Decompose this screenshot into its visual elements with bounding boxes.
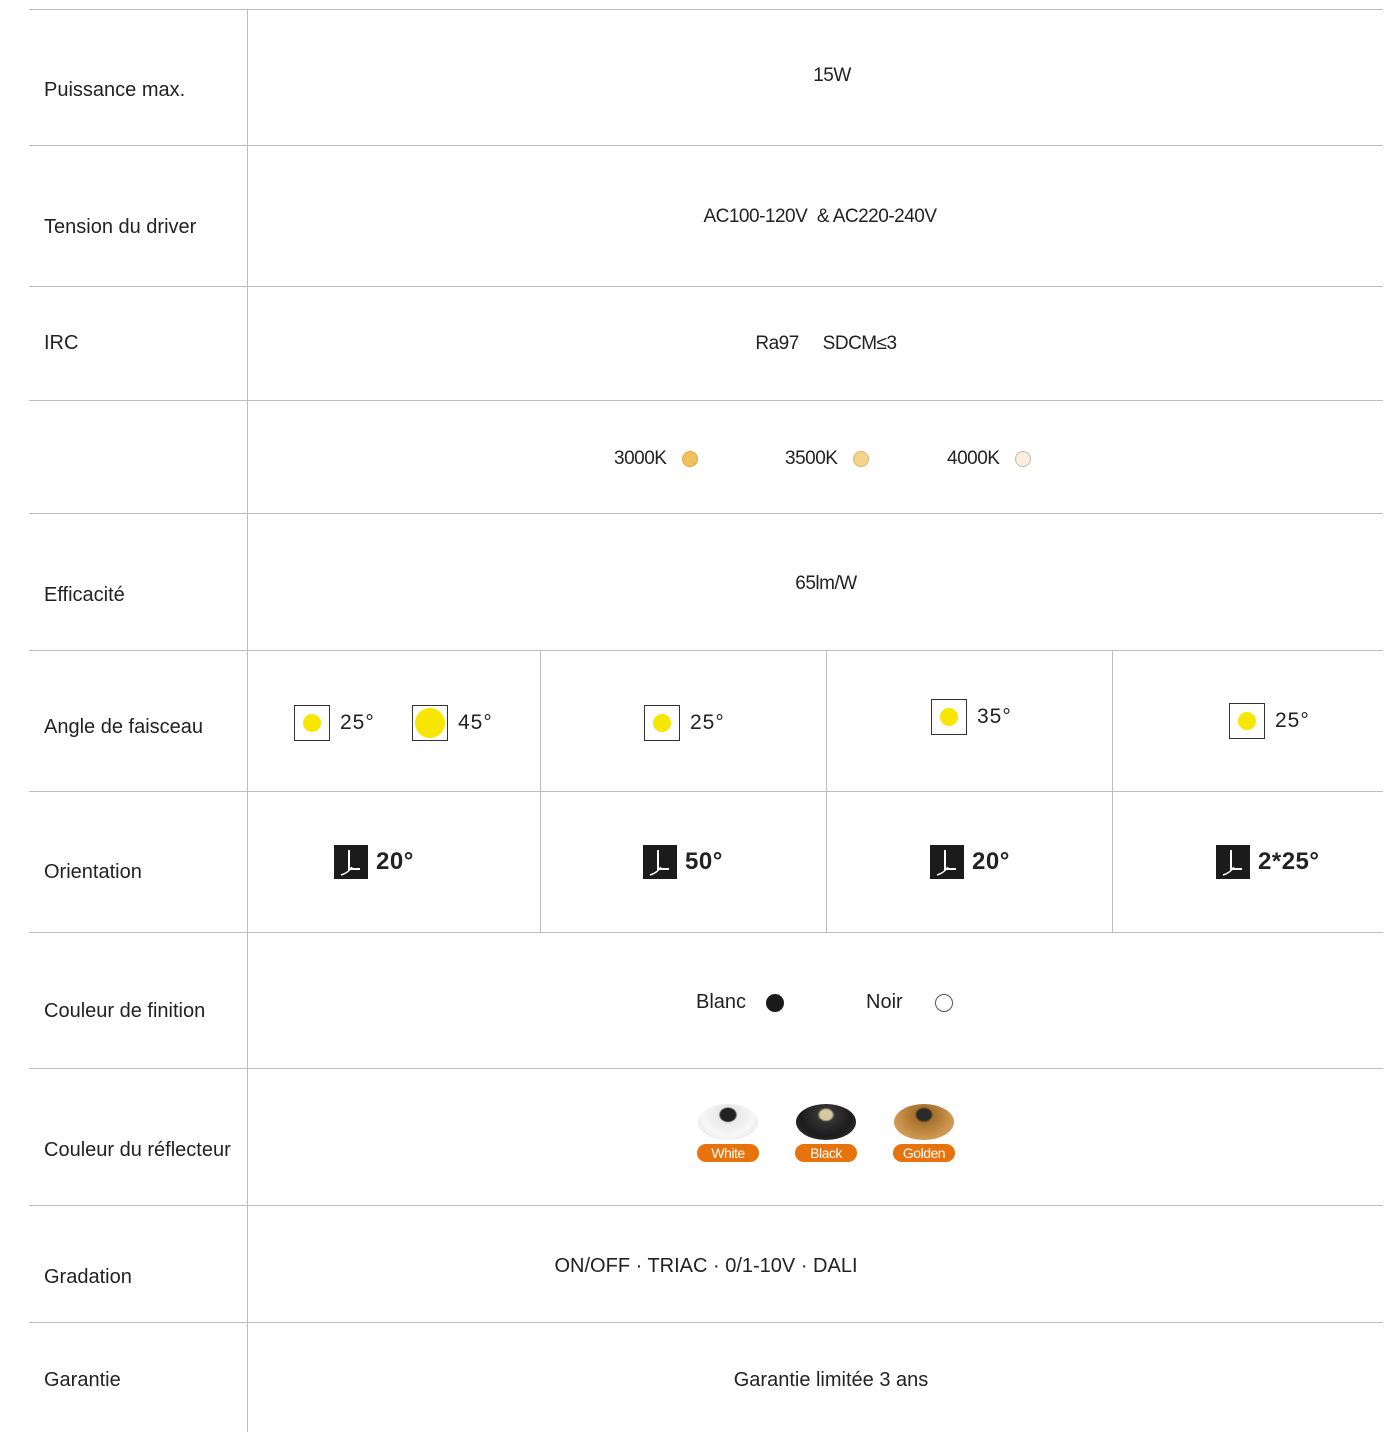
cell-divider (540, 650, 541, 932)
beam-angle-value: 25° (1275, 709, 1310, 732)
cct-option-3000k: 3000K (614, 448, 699, 470)
reflector-tag: Black (795, 1144, 857, 1162)
orientation-value: 20° (930, 845, 1010, 879)
value-efficacite: 65lm/W (795, 573, 857, 594)
row-divider (29, 513, 1383, 514)
cct-label: 4000K (947, 448, 1000, 469)
beam-angle-value: 25° (340, 711, 375, 734)
reflector-tag: White (697, 1144, 759, 1162)
row-label-puissance: Puissance max. (44, 79, 186, 101)
reflector-black-image (796, 1104, 856, 1140)
row-label-gradation: Gradation (44, 1266, 132, 1288)
finish-color-dot-icon (766, 993, 785, 1012)
row-label-tension: Tension du driver (44, 216, 197, 238)
beam-angle-45: 45° (412, 705, 493, 741)
orientation-value: 50° (643, 845, 723, 879)
reflector-golden: Golden (892, 1104, 956, 1162)
row-divider (29, 791, 1383, 792)
cct-color-dot-icon (682, 451, 699, 467)
beam-angle-25: 25° (294, 705, 375, 741)
row-divider (29, 932, 1383, 933)
label-column-divider (247, 9, 248, 1432)
row-label-reflecteur: Couleur du réflecteur (44, 1139, 231, 1161)
beam-angle-35: 35° (931, 699, 1012, 735)
cct-label: 3000K (614, 448, 667, 469)
tilt-icon (643, 845, 677, 879)
tilt-icon (930, 845, 964, 879)
finish-option-blanc: Blanc (696, 991, 785, 1014)
reflector-white: White (696, 1104, 760, 1162)
reflector-white-image (698, 1104, 758, 1140)
cct-color-dot-icon (1015, 451, 1032, 467)
orientation-angle: 20° (972, 848, 1010, 875)
value-irc: Ra97 SDCM≤3 (755, 333, 897, 354)
finish-label: Blanc (696, 991, 747, 1013)
tilt-icon (1216, 845, 1250, 879)
orientation-value: 20° (334, 845, 414, 879)
beam-angle-25: 25° (1229, 703, 1310, 739)
beam-angle-value: 45° (458, 711, 493, 734)
beam-angle-icon (412, 705, 448, 741)
beam-angle-icon (1229, 703, 1265, 739)
row-divider (29, 1205, 1383, 1206)
value-tension: AC100-120V & AC220-240V (703, 206, 937, 227)
finish-label: Noir (866, 991, 903, 1013)
reflector-golden-image (894, 1104, 954, 1140)
cct-color-dot-icon (853, 451, 870, 467)
row-divider (29, 650, 1383, 651)
cct-option-3500k: 3500K (785, 448, 870, 470)
beam-angle-value: 25° (690, 711, 725, 734)
row-divider (29, 9, 1383, 10)
row-label-orientation: Orientation (44, 861, 142, 883)
reflector-black: Black (794, 1104, 858, 1162)
beam-angle-icon (931, 699, 967, 735)
orientation-angle: 2*25° (1258, 848, 1320, 875)
tilt-icon (334, 845, 368, 879)
beam-angle-value: 35° (977, 705, 1012, 728)
cct-label: 3500K (785, 448, 838, 469)
finish-color-dot-icon (934, 993, 953, 1012)
cell-divider (1112, 650, 1113, 932)
row-label-angle: Angle de faisceau (44, 716, 204, 738)
orientation-angle: 50° (685, 848, 723, 875)
beam-angle-25: 25° (644, 705, 725, 741)
row-label-garantie: Garantie (44, 1369, 121, 1391)
orientation-value: 2*25° (1216, 845, 1319, 879)
row-divider (29, 1322, 1383, 1323)
reflector-tag: Golden (893, 1144, 955, 1162)
cell-divider (826, 650, 827, 932)
row-divider (29, 286, 1383, 287)
cct-option-4000k: 4000K (947, 448, 1032, 470)
finish-option-noir: Noir (866, 991, 953, 1014)
row-label-finition: Couleur de finition (44, 1000, 206, 1022)
value-garantie: Garantie limitée 3 ans (733, 1369, 929, 1391)
row-divider (29, 145, 1383, 146)
value-puissance: 15W (813, 65, 851, 86)
value-gradation: ON/OFF · TRIAC · 0/1-10V · DALI (554, 1255, 858, 1277)
beam-angle-icon (644, 705, 680, 741)
beam-angle-icon (294, 705, 330, 741)
row-divider (29, 400, 1383, 401)
row-divider (29, 1068, 1383, 1069)
row-label-efficacite: Efficacité (44, 584, 125, 606)
orientation-angle: 20° (376, 848, 414, 875)
row-label-irc: IRC (44, 332, 79, 354)
